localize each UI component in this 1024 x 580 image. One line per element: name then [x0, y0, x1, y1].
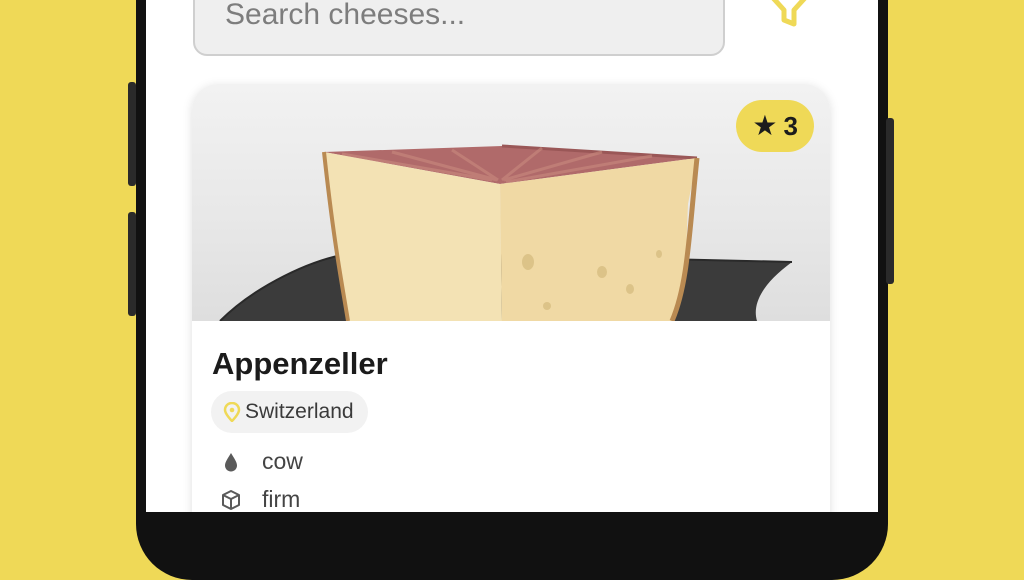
funnel-icon[interactable]: [758, 0, 820, 40]
droplet-icon: [225, 452, 237, 471]
origin-label: Switzerland: [245, 400, 354, 423]
texture-label: firm: [262, 486, 301, 512]
power-button: [886, 118, 894, 284]
rating-badge: ★ 3: [736, 100, 814, 152]
cheese-card[interactable]: ★ 3 Appenzeller Switzerland cow firm: [192, 84, 830, 512]
app-screen: ★ 3 Appenzeller Switzerland cow firm: [146, 0, 878, 512]
star-icon: ★: [752, 110, 778, 141]
search-input[interactable]: [225, 0, 693, 32]
texture-attribute: firm: [220, 486, 300, 512]
cheese-photo: ★ 3: [192, 84, 830, 321]
rating-value: 3: [783, 110, 798, 141]
cube-icon: [222, 489, 240, 510]
origin-chip: Switzerland: [211, 391, 368, 433]
search-bar[interactable]: [193, 0, 725, 56]
volume-down-button: [128, 212, 136, 316]
volume-up-button: [128, 82, 136, 186]
cheese-name: Appenzeller: [212, 346, 388, 381]
milk-label: cow: [262, 448, 303, 474]
milk-attribute: cow: [220, 448, 303, 475]
map-pin-icon: [223, 402, 241, 422]
